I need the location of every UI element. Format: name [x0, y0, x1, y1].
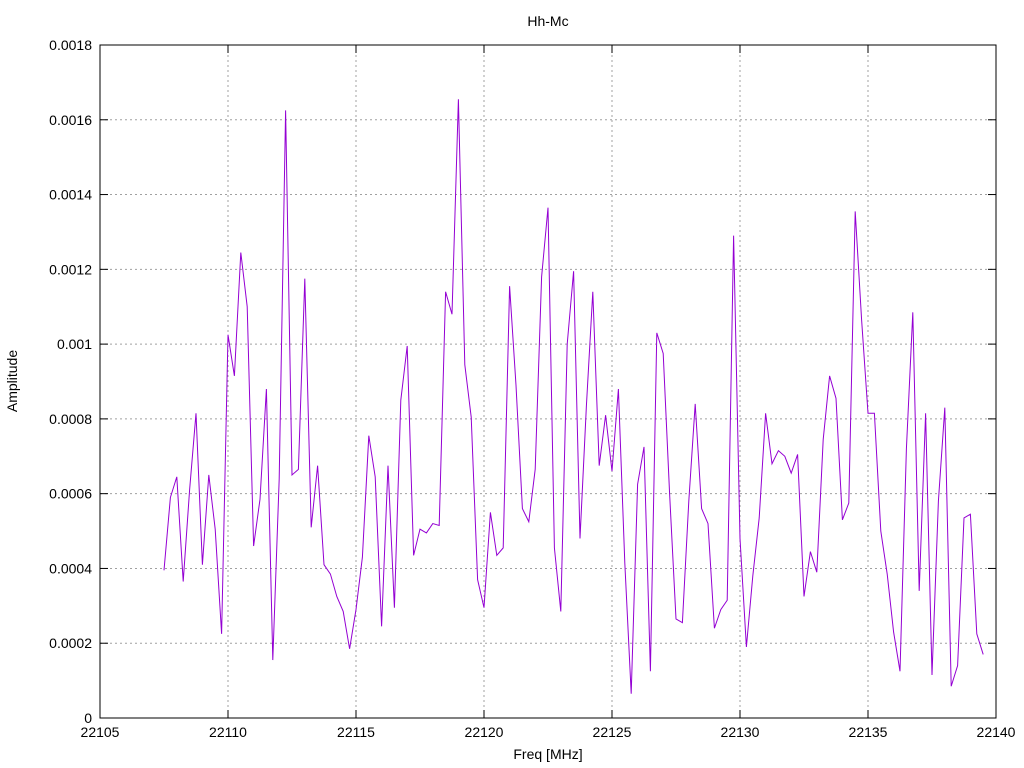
x-tick-label: 22115	[337, 724, 375, 740]
y-tick-label: 0.0008	[49, 411, 92, 427]
y-tick-labels: 0 0.0002 0.0004 0.0006 0.0008 0.001 0.0012 0.00…	[49, 37, 92, 726]
plot-frame	[99, 44, 997, 719]
x-tick-label: 22105	[81, 724, 120, 740]
x-tick-label: 22110	[209, 724, 247, 740]
x-tick-label: 22140	[977, 724, 1016, 740]
y-tick-label: 0.0012	[49, 261, 92, 277]
chart-title: Hh-Mc	[527, 13, 568, 29]
x-tick-label: 22120	[465, 724, 504, 740]
y-tick-label: 0.0004	[49, 560, 92, 576]
y-tick-label: 0	[84, 710, 92, 726]
chart: 22105 22110 22115 22120 22125 22130 22135 22140…	[4, 13, 1016, 762]
y-tick-label: 0.001	[57, 336, 92, 352]
y-axis-label: Amplitude	[4, 350, 20, 412]
series-layer	[163, 99, 984, 694]
series-line	[163, 99, 984, 694]
y-tick-label: 0.0018	[49, 37, 92, 53]
x-tick-label: 22135	[849, 724, 888, 740]
ticks	[99, 44, 997, 719]
y-tick-label: 0.0006	[49, 486, 92, 502]
y-tick-label: 0.0002	[49, 635, 92, 651]
x-tick-label: 22130	[721, 724, 760, 740]
y-tick-label: 0.0016	[49, 112, 92, 128]
x-tick-label: 22125	[593, 724, 632, 740]
x-axis-label: Freq [MHz]	[513, 746, 582, 762]
x-tick-labels: 22105 22110 22115 22120 22125 22130 22135 22140	[81, 724, 1016, 740]
y-tick-label: 0.0014	[49, 187, 92, 203]
grid	[100, 45, 996, 718]
